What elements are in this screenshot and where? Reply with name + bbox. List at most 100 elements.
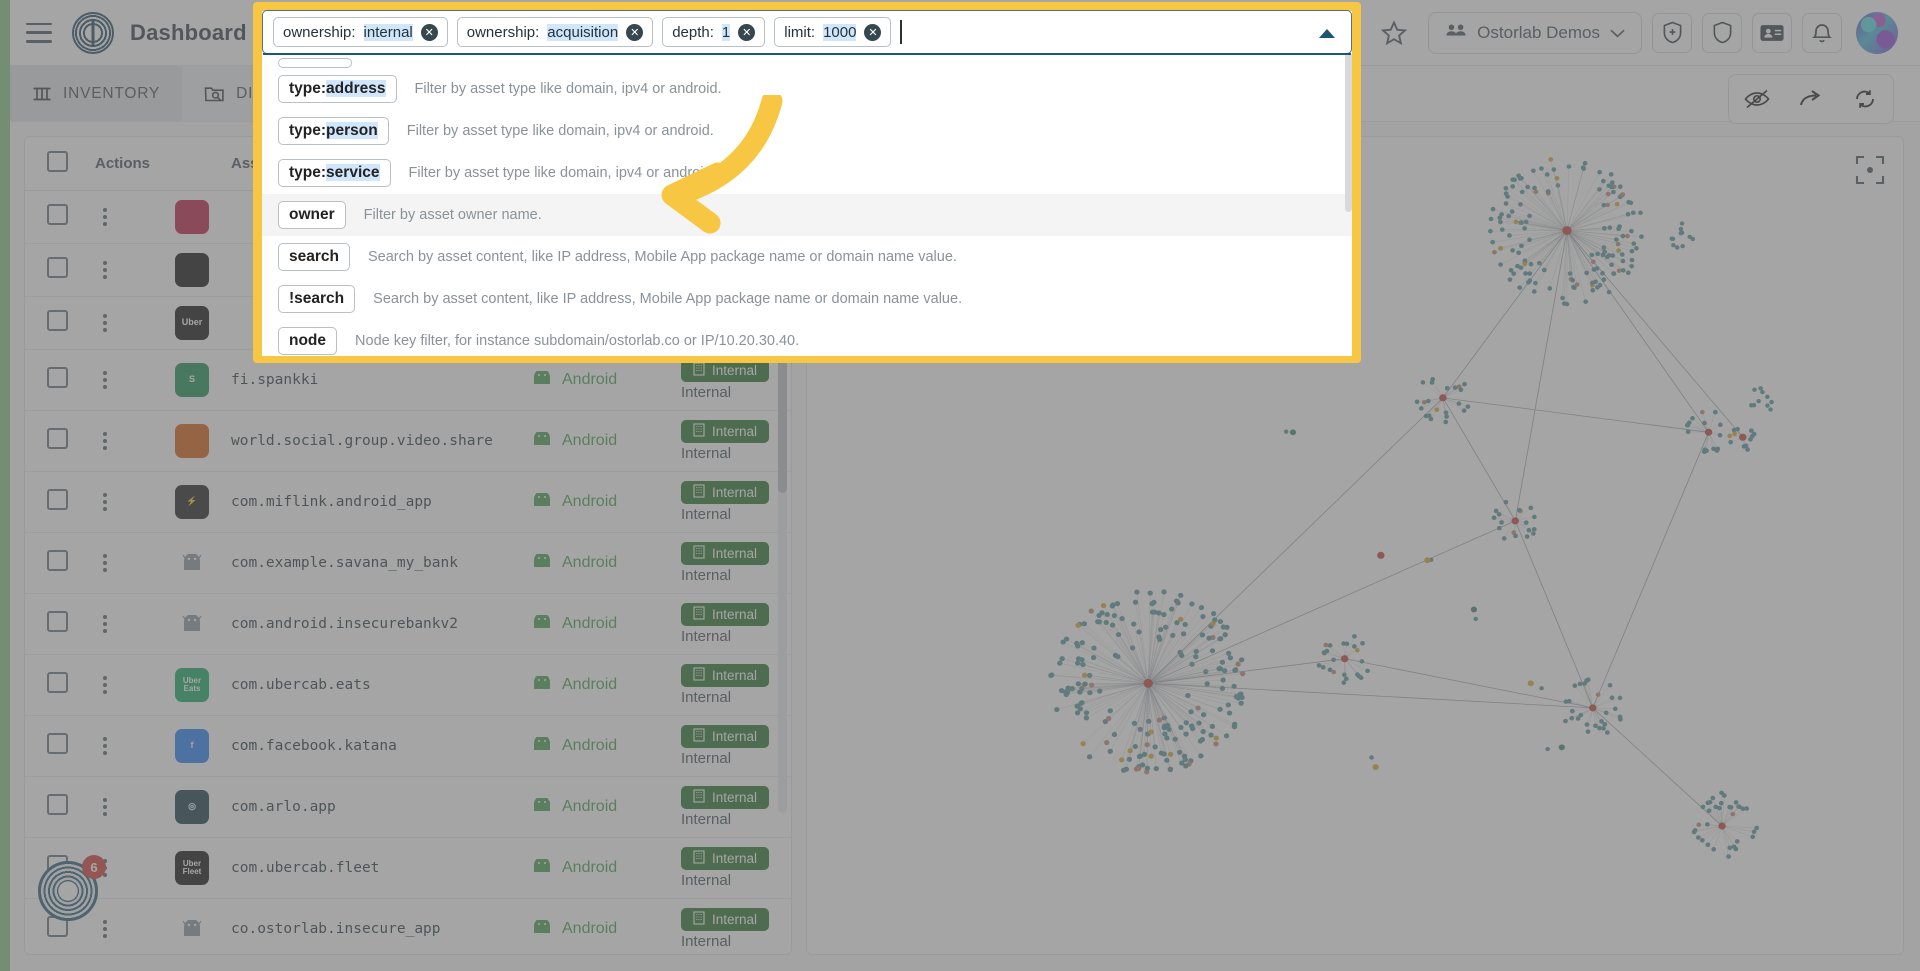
row-actions-menu-icon[interactable] <box>95 554 115 572</box>
status-badge: Internal <box>681 481 769 504</box>
row-checkbox[interactable] <box>47 794 68 815</box>
ownership-label: Internal <box>681 506 792 523</box>
row-checkbox[interactable] <box>47 550 68 571</box>
star-icon[interactable] <box>1374 13 1414 53</box>
table-row[interactable]: Uber Fleetcom.ubercab.fleetAndroidIntern… <box>25 838 792 899</box>
filter-chip[interactable]: ownership:acquisition✕ <box>457 17 653 47</box>
table-row[interactable]: fcom.facebook.katanaAndroidInternalInter… <box>25 716 792 777</box>
hamburger-icon[interactable] <box>26 23 52 43</box>
cell-actions <box>89 777 169 838</box>
org-selector[interactable]: Ostorlab Demos <box>1428 12 1642 54</box>
cell-app-icon <box>169 899 225 956</box>
eye-off-icon[interactable] <box>1733 79 1781 119</box>
suggestion-tag: node <box>278 327 337 355</box>
filter-search-input[interactable]: ownership:internal✕ ownership:acquisition… <box>262 10 1352 54</box>
table-row[interactable]: co.ostorlab.insecure_appAndroidInternalI… <box>25 899 792 956</box>
row-checkbox[interactable] <box>47 257 68 278</box>
row-checkbox[interactable] <box>47 204 68 225</box>
row-checkbox[interactable] <box>47 672 68 693</box>
asset-type-label: Android <box>562 920 617 938</box>
table-row[interactable]: world.social.group.video.shareAndroidInt… <box>25 411 792 472</box>
row-checkbox[interactable] <box>47 310 68 331</box>
building-icon <box>693 362 705 379</box>
suggestion-item[interactable]: searchSearch by asset content, like IP a… <box>262 236 1352 278</box>
shield-icon[interactable] <box>1702 13 1742 53</box>
suggestion-item[interactable]: type:serviceFilter by asset type like do… <box>262 152 1352 194</box>
ticket-icon[interactable] <box>1752 13 1792 53</box>
row-actions-menu-icon[interactable] <box>95 920 115 938</box>
suggestion-description: Filter by asset type like domain, ipv4 o… <box>415 81 722 97</box>
cell-ownership: InternalInternal <box>675 716 792 777</box>
table-row[interactable]: ⚡com.miflink.android_appAndroidInternalI… <box>25 472 792 533</box>
row-actions-menu-icon[interactable] <box>95 261 115 279</box>
row-actions-menu-icon[interactable] <box>95 676 115 694</box>
android-icon <box>531 676 553 695</box>
filter-chip[interactable]: ownership:internal✕ <box>273 17 448 47</box>
chevron-down-icon <box>1610 23 1625 43</box>
suggestion-tag-key: owner <box>289 206 335 223</box>
row-checkbox[interactable] <box>47 428 68 449</box>
avatar[interactable] <box>1856 12 1898 54</box>
focus-target-icon[interactable] <box>1855 155 1885 185</box>
cell-ownership: Internal Internal <box>675 472 792 533</box>
ostorlab-logo[interactable] <box>72 12 114 54</box>
cell-select <box>25 594 89 655</box>
table-row[interactable]: Uber Eatscom.ubercab.eatsAndroidInternal… <box>25 655 792 716</box>
shield-plus-icon[interactable] <box>1652 13 1692 53</box>
suggestion-tag-key: type: <box>289 122 326 139</box>
close-circle-icon[interactable]: ✕ <box>421 24 438 41</box>
suggestion-tag-key: type: <box>289 80 326 97</box>
asset-name: com.ubercab.fleet <box>231 860 379 876</box>
row-actions-menu-icon[interactable] <box>95 493 115 511</box>
view-tools <box>1728 74 1894 124</box>
row-actions-menu-icon[interactable] <box>95 737 115 755</box>
ownership-label: Internal <box>681 384 792 401</box>
chevron-up-icon[interactable] <box>1319 29 1335 38</box>
close-circle-icon[interactable]: ✕ <box>738 24 755 41</box>
row-actions-menu-icon[interactable] <box>95 208 115 226</box>
suggestions-scrollbar[interactable] <box>1345 52 1352 212</box>
suggestion-item[interactable]: type:personFilter by asset type like dom… <box>262 110 1352 152</box>
table-row[interactable]: com.example.savana_my_bankAndroidInterna… <box>25 533 792 594</box>
share-arrow-icon[interactable] <box>1787 79 1835 119</box>
row-checkbox[interactable] <box>47 611 68 632</box>
close-circle-icon[interactable]: ✕ <box>864 24 881 41</box>
table-row[interactable]: ◎com.arlo.appAndroidInternalInternal <box>25 777 792 838</box>
suggestion-description: Filter by asset type like domain, ipv4 o… <box>407 123 714 139</box>
tab-inventory[interactable]: INVENTORY <box>10 66 182 121</box>
select-all-checkbox[interactable] <box>47 151 68 172</box>
row-checkbox[interactable] <box>47 367 68 388</box>
row-actions-menu-icon[interactable] <box>95 371 115 389</box>
cell-select <box>25 655 89 716</box>
cell-asset-type: Android <box>525 655 675 716</box>
building-icon <box>693 484 705 501</box>
close-circle-icon[interactable]: ✕ <box>626 24 643 41</box>
cell-select <box>25 472 89 533</box>
suggestion-item[interactable]: ownerFilter by asset owner name. <box>262 194 1352 236</box>
cell-actions <box>89 297 169 350</box>
app-icon: Uber <box>175 306 209 340</box>
suggestion-item[interactable]: !searchSearch by asset content, like IP … <box>262 278 1352 320</box>
android-icon <box>531 859 553 878</box>
suggestion-item[interactable]: nodeNode key filter, for instance subdom… <box>262 320 1352 356</box>
status-badge: Internal <box>681 908 769 931</box>
asset-type-label: Android <box>562 676 617 694</box>
row-checkbox[interactable] <box>47 733 68 754</box>
table-row[interactable]: com.android.insecurebankv2AndroidInterna… <box>25 594 792 655</box>
cell-select <box>25 533 89 594</box>
bell-icon[interactable] <box>1802 13 1842 53</box>
suggestion-item[interactable]: type:addressFilter by asset type like do… <box>262 68 1352 110</box>
cell-select <box>25 777 89 838</box>
cell-select <box>25 297 89 350</box>
filter-chip[interactable]: limit:1000✕ <box>774 17 891 47</box>
row-actions-menu-icon[interactable] <box>95 314 115 332</box>
cell-app-icon <box>169 244 225 297</box>
refresh-icon[interactable] <box>1841 79 1889 119</box>
suggestion-tag-key: search <box>289 248 339 265</box>
cell-select <box>25 244 89 297</box>
row-actions-menu-icon[interactable] <box>95 615 115 633</box>
row-actions-menu-icon[interactable] <box>95 798 115 816</box>
row-checkbox[interactable] <box>47 489 68 510</box>
filter-chip[interactable]: depth:1✕ <box>662 17 765 47</box>
row-actions-menu-icon[interactable] <box>95 432 115 450</box>
